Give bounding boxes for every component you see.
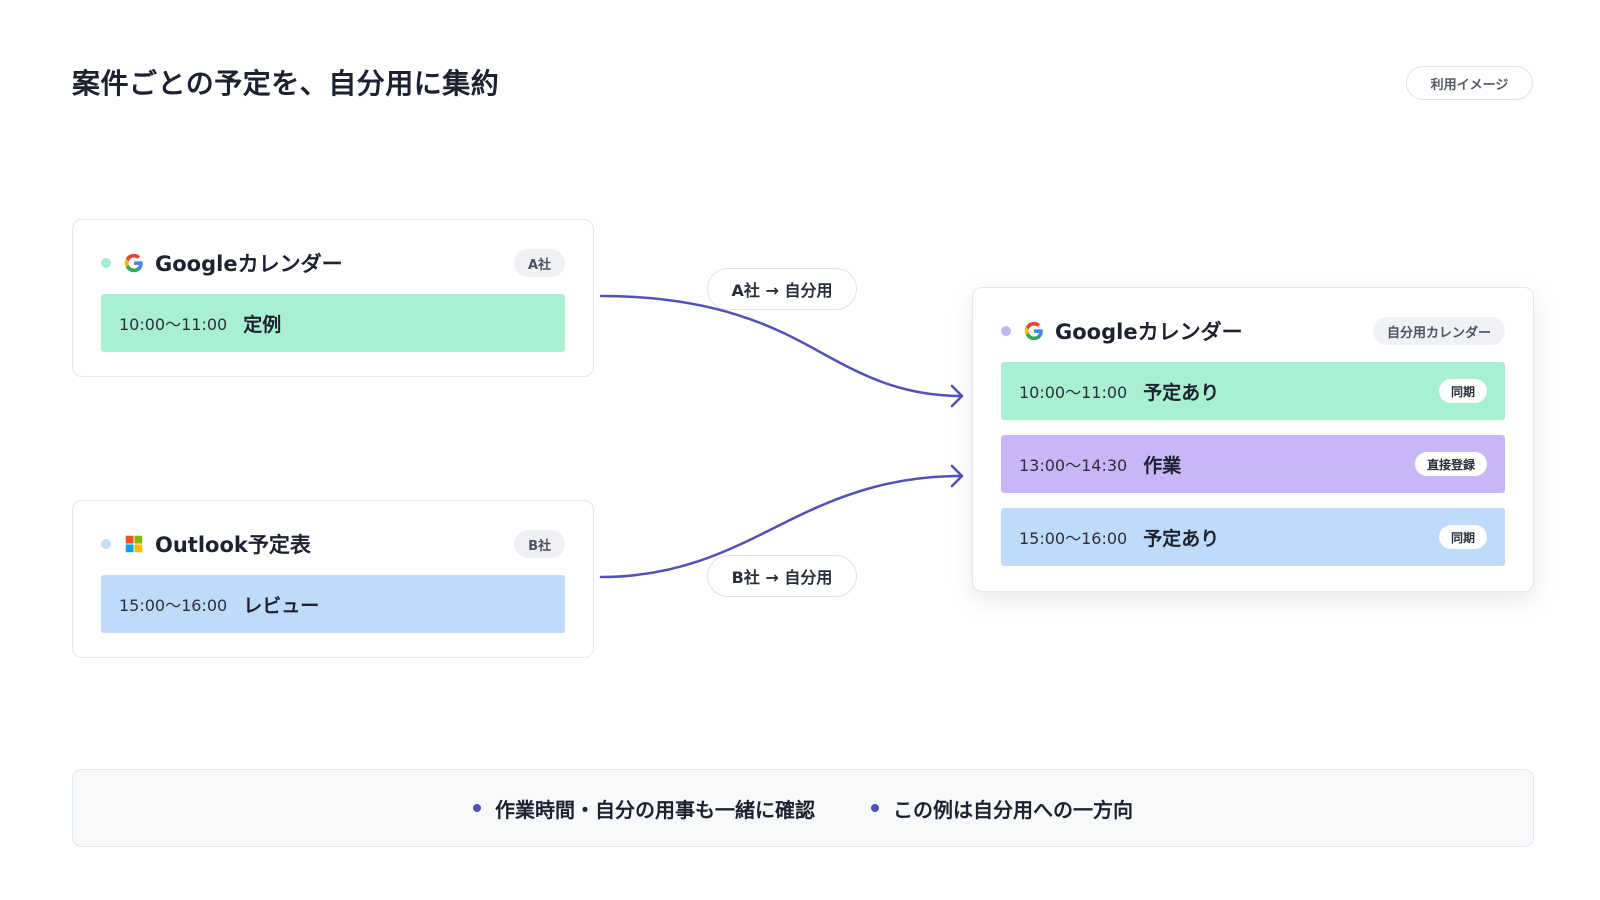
- bullet-icon: [473, 804, 481, 812]
- note-item: 作業時間・自分の用事も一緒に確認: [473, 794, 815, 823]
- event-time: 10:00〜11:00: [1019, 383, 1128, 402]
- calendar-app-name: Outlook予定表: [155, 533, 311, 557]
- event-block[interactable]: 13:00〜14:30 作業 直接登録: [1001, 435, 1505, 493]
- event-title: 予定あり: [1143, 381, 1220, 404]
- note-text: この例は自分用への一方向: [893, 797, 1133, 822]
- flow-label-b: B社 → 自分用: [707, 555, 857, 597]
- event-time: 15:00〜16:00: [1019, 529, 1128, 548]
- event-block[interactable]: 15:00〜16:00 予定あり 同期: [1001, 508, 1505, 566]
- status-dot: [1001, 326, 1011, 336]
- calendar-app-name: Googleカレンダー: [155, 252, 343, 276]
- card-header: Googleカレンダー A社: [101, 248, 565, 278]
- event-title: レビュー: [243, 594, 320, 617]
- flow-label-a: A社 → 自分用: [707, 268, 857, 310]
- company-tag: A社: [513, 249, 565, 277]
- source-card-a: Googleカレンダー A社 10:00〜11:00 定例: [72, 219, 594, 377]
- calendar-app-name: Googleカレンダー: [1055, 320, 1243, 344]
- event-block[interactable]: 15:00〜16:00 レビュー: [101, 575, 565, 633]
- event-badge: 同期: [1438, 525, 1487, 549]
- event-time: 10:00〜11:00: [119, 315, 228, 334]
- google-g-icon: [124, 253, 143, 273]
- event-time: 13:00〜14:30: [1019, 456, 1128, 475]
- event-badge: 同期: [1438, 379, 1487, 403]
- calendar-tag: 自分用カレンダー: [1372, 317, 1505, 345]
- status-dot: [101, 258, 111, 268]
- microsoft-windows-icon: [125, 535, 143, 553]
- event-block[interactable]: 10:00〜11:00 定例: [101, 294, 565, 352]
- note-item: この例は自分用への一方向: [871, 794, 1133, 823]
- card-header: Outlook予定表 B社: [101, 529, 565, 559]
- note-text: 作業時間・自分の用事も一緒に確認: [495, 797, 815, 822]
- flow-arrow-a: [599, 294, 964, 398]
- google-g-icon: [1024, 321, 1043, 341]
- company-tag: B社: [514, 530, 565, 558]
- event-badge: 直接登録: [1414, 452, 1487, 476]
- source-card-b: Outlook予定表 B社 15:00〜16:00 レビュー: [72, 500, 594, 658]
- bullet-icon: [871, 804, 879, 812]
- event-time: 15:00〜16:00: [119, 596, 228, 615]
- status-dot: [101, 539, 111, 549]
- destination-card: Googleカレンダー 自分用カレンダー 10:00〜11:00 予定あり 同期…: [972, 287, 1534, 592]
- event-title: 定例: [243, 313, 282, 336]
- card-header: Googleカレンダー 自分用カレンダー: [1001, 316, 1505, 346]
- notes-box: 作業時間・自分の用事も一緒に確認 この例は自分用への一方向: [72, 769, 1534, 847]
- event-title: 予定あり: [1143, 527, 1220, 550]
- event-block[interactable]: 10:00〜11:00 予定あり 同期: [1001, 362, 1505, 420]
- event-title: 作業: [1143, 454, 1182, 477]
